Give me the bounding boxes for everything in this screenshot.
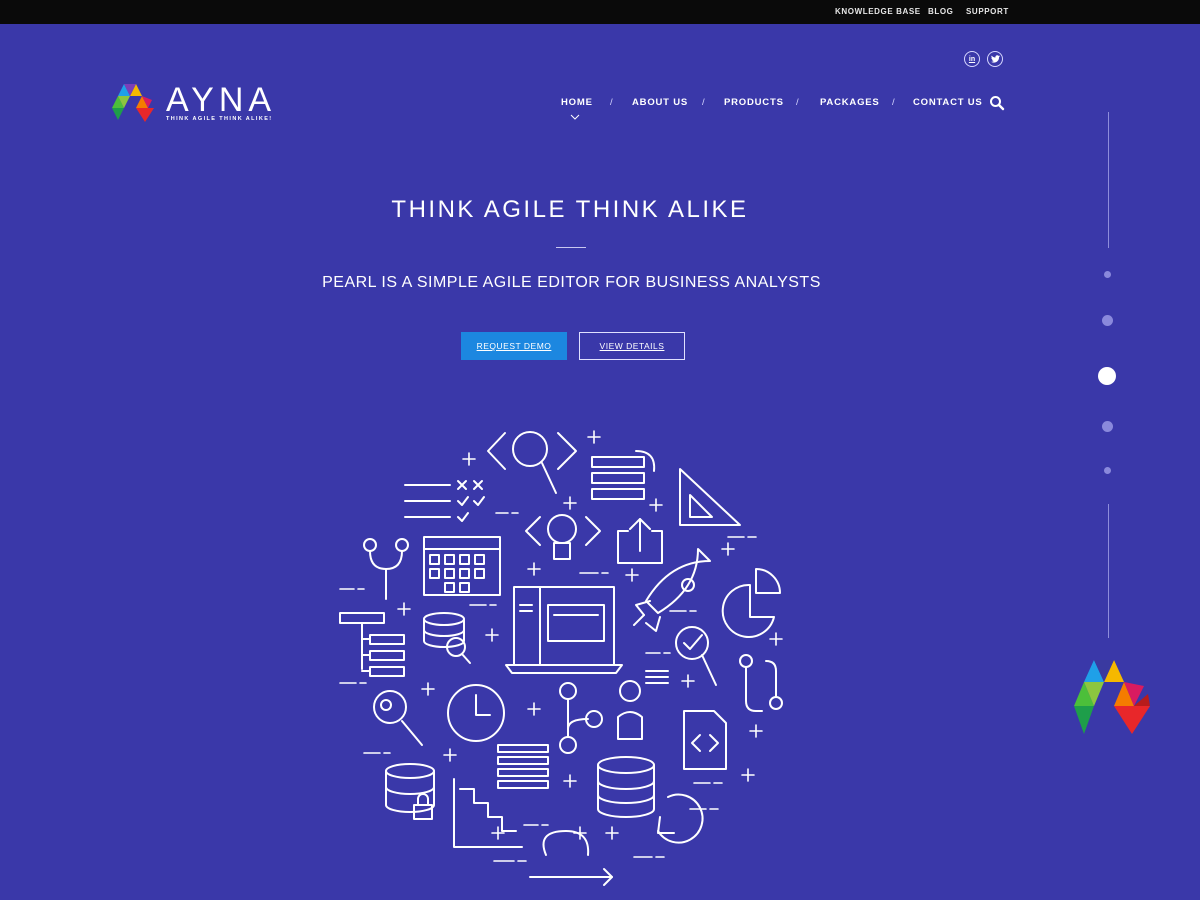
idea-bulb-icon — [525, 514, 601, 560]
chevron-down-icon — [570, 114, 580, 120]
nav-about-us[interactable]: ABOUT US — [632, 97, 688, 108]
nav-separator: / — [796, 97, 799, 108]
slider-rail-bottom — [1108, 504, 1109, 638]
nav-products[interactable]: PRODUCTS — [724, 97, 784, 108]
database-lock-icon — [385, 763, 435, 820]
brand-tagline: THINK AGILE THINK ALIKE! — [166, 116, 273, 122]
laptop-icon — [505, 586, 623, 674]
server-stack-icon — [497, 744, 549, 789]
agile-tools-illustration — [339, 430, 783, 886]
nav-contact-us[interactable]: CONTACT US — [913, 97, 983, 108]
knowledge-base-link[interactable]: KNOWLEDGE BASE — [835, 7, 921, 16]
hero-divider — [556, 247, 586, 248]
support-link[interactable]: SUPPORT — [966, 7, 1009, 16]
database-icon — [597, 756, 655, 818]
slider-dot[interactable] — [1104, 467, 1111, 474]
target-check-icon — [675, 626, 717, 686]
ayna-mark-icon — [1074, 660, 1150, 734]
nav-packages[interactable]: PACKAGES — [820, 97, 880, 108]
twitter-icon[interactable] — [987, 51, 1003, 67]
user-icon — [617, 670, 669, 740]
git-branch-icon — [559, 682, 603, 754]
slider-dot[interactable] — [1102, 315, 1113, 326]
brand-name: AYNA — [166, 81, 277, 119]
brand-logo[interactable]: AYNA THINK AGILE THINK ALIKE! — [112, 82, 282, 130]
slider-rail-top — [1108, 112, 1109, 248]
flow-icon — [739, 654, 783, 712]
request-demo-button[interactable]: REQUEST DEMO — [461, 332, 567, 360]
twitter-bird-icon — [990, 55, 1000, 63]
hierarchy-icon — [339, 612, 405, 677]
top-bar: KNOWLEDGE BASE BLOG SUPPORT — [0, 0, 1200, 24]
loop-arrow-icon — [529, 830, 613, 886]
upload-icon — [617, 518, 663, 564]
ayna-logo-icon — [112, 84, 154, 122]
set-square-icon — [679, 468, 741, 526]
code-search-icon — [487, 431, 577, 494]
slider-dot[interactable] — [1102, 421, 1113, 432]
slider-dot-active[interactable] — [1098, 367, 1116, 385]
refresh-icon — [657, 793, 704, 844]
calendar-icon — [423, 536, 501, 596]
stack-icon — [591, 450, 656, 500]
linkedin-glyph: in — [968, 55, 976, 63]
checklist-icon — [404, 480, 485, 522]
search-icon[interactable] — [989, 95, 1005, 111]
rocket-icon — [633, 548, 711, 632]
hero-subtitle: PEARL IS A SIMPLE AGILE EDITOR FOR BUSIN… — [322, 274, 821, 291]
database-search-icon — [423, 612, 471, 664]
nav-home[interactable]: HOME — [561, 97, 593, 108]
hero-title: THINK AGILE THINK ALIKE — [391, 196, 749, 223]
stethoscope-icon — [363, 538, 409, 600]
linkedin-icon[interactable]: in — [964, 51, 980, 67]
nav-separator: / — [892, 97, 895, 108]
slider-dot[interactable] — [1104, 271, 1111, 278]
decorative-marks — [339, 430, 783, 862]
view-details-button[interactable]: VIEW DETAILS — [579, 332, 685, 360]
virus-search-icon — [373, 690, 423, 746]
nav-separator: / — [610, 97, 613, 108]
blog-link[interactable]: BLOG — [928, 7, 954, 16]
clock-icon — [447, 684, 505, 742]
stairs-chart-icon — [453, 778, 523, 848]
nav-separator: / — [702, 97, 705, 108]
code-file-icon — [683, 710, 727, 770]
pie-chart-icon — [721, 568, 781, 638]
